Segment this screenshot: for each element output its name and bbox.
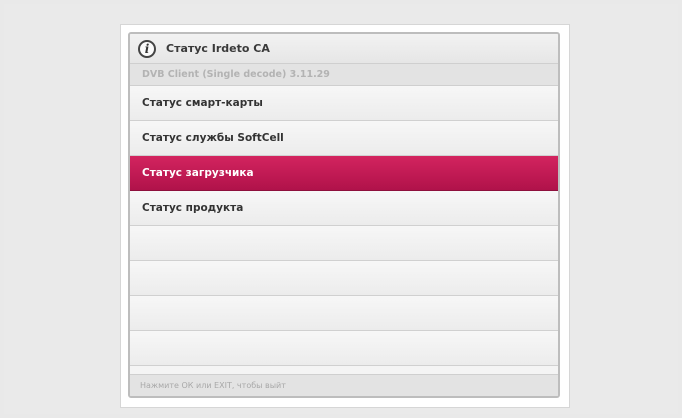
- menu-item-product-status[interactable]: Статус продукта: [130, 191, 558, 226]
- menu-empty-row: [130, 331, 558, 366]
- status-menu: Статус смарт-карты Статус службы SoftCel…: [130, 86, 558, 366]
- menu-item-loader-status[interactable]: Статус загрузчика: [130, 156, 558, 191]
- menu-item-softcell-status[interactable]: Статус службы SoftCell: [130, 121, 558, 156]
- dialog-title: Статус Irdeto CA: [166, 42, 270, 55]
- dialog-subtitle: DVB Client (Single decode) 3.11.29: [130, 64, 558, 86]
- irdeto-status-dialog: i Статус Irdeto CA DVB Client (Single de…: [128, 32, 560, 398]
- dialog-footer-hint: Нажмите ОК или EXIT, чтобы выйт: [130, 374, 558, 396]
- menu-item-smartcard-status[interactable]: Статус смарт-карты: [130, 86, 558, 121]
- dialog-titlebar: i Статус Irdeto CA: [130, 34, 558, 64]
- menu-empty-row: [130, 226, 558, 261]
- tv-screen: i Статус Irdeto CA DVB Client (Single de…: [121, 25, 569, 407]
- menu-empty-row: [130, 261, 558, 296]
- info-icon: i: [138, 39, 156, 58]
- menu-empty-row: [130, 296, 558, 331]
